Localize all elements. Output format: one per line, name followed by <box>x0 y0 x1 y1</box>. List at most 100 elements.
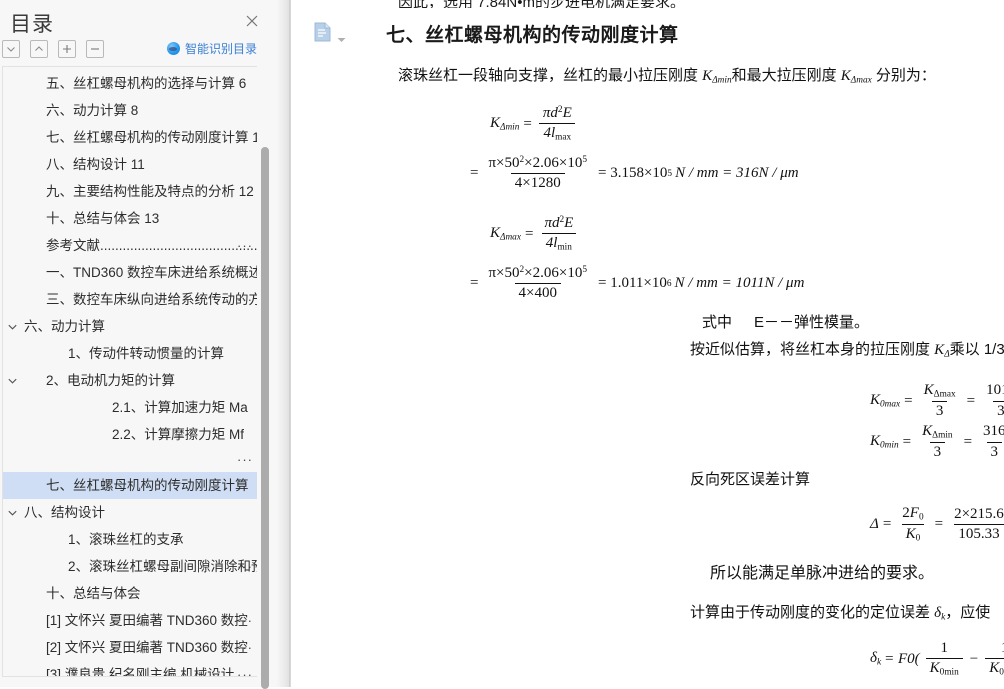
equation-3-7-line2: = π×502×2.06×105 4×1280 = 3.158×10 5 N / m… <box>470 155 799 192</box>
chevron-down-icon[interactable] <box>5 374 19 388</box>
caret-down-icon[interactable] <box>337 30 346 48</box>
toc-item[interactable]: 2、电动机力矩的计算 <box>3 367 257 394</box>
toc-item[interactable]: 2.2、计算摩擦力矩 Mf <box>3 421 257 448</box>
paragraph-backlash: 反向死区误差计算 <box>690 471 811 488</box>
paragraph-intro-part1: 滚珠丝杠一段轴向支撑，丝杠的最小拉压刚度 <box>398 67 703 84</box>
paragraph-positioning-error: 计算由于传动刚度的变化的定位误差 δk，应使 <box>690 601 990 622</box>
toc-item-label: 十、总结与体会 <box>46 586 141 601</box>
paragraph-intro-part2: 和最大拉压刚度 <box>731 67 841 84</box>
toc-item-label: 一、TND360 数控车床进给系统概述 <box>46 265 257 280</box>
paragraph-approx: 按近似估算，将丝杠本身的拉压刚度 KΔ乘以 1/3，作为传动的综合拉压刚度 K0… <box>690 338 1004 359</box>
toc-item-overflow-ellipsis: ··· <box>237 559 253 574</box>
toc-item-overflow-ellipsis: ··· <box>237 292 253 307</box>
toc-scrollbar-thumb[interactable] <box>261 147 269 689</box>
toc-item-overflow-ellipsis: ··· <box>237 238 253 253</box>
paragraph-conclusion: 所以能满足单脉冲进给的要求。 <box>710 565 935 582</box>
toc-item[interactable]: 1、滚珠丝杠的支承 <box>3 526 257 553</box>
toc-item[interactable]: 七、丝杠螺母机构的传动刚度计算 10 <box>3 124 257 151</box>
smart-recognize-label: 智能识别目录 <box>184 42 257 56</box>
toc-item[interactable]: 十、总结与体会 13 <box>3 205 257 232</box>
toc-item-label: 1、滚珠丝杠的支承 <box>68 532 184 547</box>
toc-item[interactable]: [2] 文怀兴 夏田编著 TND360 数控 ··· <box>3 634 257 661</box>
toc-item-label: [1] 文怀兴 夏田编著 TND360 数控 <box>46 613 248 628</box>
cut-off-line-clip: 因此，选用 7.84N•m的步进电机满足要求。 <box>290 0 994 8</box>
paragraph-intro: 滚珠丝杠一段轴向支撑，丝杠的最小拉压刚度 KΔmin和最大拉压刚度 KΔmax … <box>398 64 936 85</box>
toc-item-label: 2、电动机力矩的计算 <box>46 373 176 388</box>
symbol-kdmin: KΔmin <box>702 68 732 86</box>
toc-item[interactable]: 六、动力计算 8 <box>3 97 257 124</box>
paragraph-approx-part1: 按近似估算，将丝杠本身的拉压刚度 <box>690 341 935 358</box>
toc-list-container: 五、丝杠螺母机构的选择与计算 6 六、动力计算 8 七、丝杠螺母机构的传动刚度计算 … <box>2 66 257 677</box>
equation-3-8-line2: = π×502×2.06×105 4×400 = 1.011×10 6 N / mm… <box>470 265 805 302</box>
document-icon[interactable] <box>314 22 331 42</box>
toc-item[interactable]: 八、结构设计 11 <box>3 151 257 178</box>
toc-item[interactable]: 十、总结与体会 <box>3 580 257 607</box>
toc-item[interactable]: 参考文献....................................… <box>3 232 257 259</box>
toc-header: 目录 <box>0 0 290 38</box>
equation-3-8-line1: KΔmax = πd2E 4lmin <box>490 215 580 253</box>
paragraph-where-label: 式中 <box>702 314 733 331</box>
toc-item[interactable]: 2.1、计算加速力矩 Ma <box>3 394 257 421</box>
toc-toolbar: 智能识别目录 <box>0 38 290 66</box>
toc-item-label: 十、总结与体会 13 <box>46 211 160 226</box>
equation-3-9: K0max = KΔmax 3 = 1011 3 = 337N / μm （3－… <box>870 382 1004 420</box>
paragraph-where: 式中 E－－弹性模量。 <box>702 311 869 332</box>
page-title: 目录 <box>10 13 54 36</box>
toc-item[interactable]: ··· <box>3 448 257 472</box>
section-heading: 七、丝杠螺母机构的传动刚度计算 <box>386 25 679 46</box>
equation-4-3: δk = F0( 1 K0min − 1 K0max ) <box>870 640 1004 678</box>
paragraph-positioning-error-part2: ，应使 <box>945 604 991 621</box>
toc-item[interactable]: 五、丝杠螺母机构的选择与计算 6 <box>3 70 257 97</box>
toc-sidebar: 目录 智能识别目录 五、丝杠螺母机构的选择与计算 6 六、动力计算 8 七、丝杠… <box>0 0 290 689</box>
collapse-down-button[interactable] <box>2 40 20 58</box>
symbol-kd: KΔ <box>934 342 950 360</box>
toc-item-label: 1、传动件转动惯量的计算 <box>68 346 225 361</box>
paragraph-positioning-error-part1: 计算由于传动刚度的变化的定位误差 <box>690 604 935 621</box>
document-left-rule <box>290 0 291 687</box>
toc-list[interactable]: 五、丝杠螺母机构的选择与计算 6 六、动力计算 8 七、丝杠螺母机构的传动刚度计算 … <box>3 67 257 676</box>
toc-item-overflow-ellipsis: ··· <box>237 452 253 467</box>
toc-item-label: 三、数控车床纵向进给系统传动的方案 <box>46 292 257 307</box>
expand-all-button[interactable] <box>58 40 76 58</box>
toc-item[interactable]: 2、滚珠丝杠螺母副间隙消除和预 ··· <box>3 553 257 580</box>
toc-item-overflow-ellipsis: ··· <box>237 640 253 655</box>
toc-item[interactable]: 九、主要结构性能及特点的分析 12 <box>3 178 257 205</box>
collapse-up-button[interactable] <box>30 40 48 58</box>
minus-icon <box>90 44 100 54</box>
collapse-all-button[interactable] <box>86 40 104 58</box>
toc-item[interactable]: 八、结构设计 <box>3 499 257 526</box>
toc-item-label: 七、丝杠螺母机构的传动刚度计算 <box>46 478 249 493</box>
toc-item-label: 2、滚珠丝杠螺母副间隙消除和预 <box>68 559 257 574</box>
toc-item-label: 八、结构设计 <box>24 505 105 520</box>
equation-3-7-line1: KΔmin = πd2E 4lmax <box>490 105 579 143</box>
paragraph-approx-part2: 乘以 1/3，作为传动的综合拉压刚度 <box>949 341 1004 358</box>
close-icon[interactable] <box>244 13 260 29</box>
toc-item-label: 八、结构设计 11 <box>46 157 145 172</box>
toc-item-label: 七、丝杠螺母机构的传动刚度计算 10 <box>46 130 257 145</box>
toc-item-label: 六、动力计算 <box>24 319 105 334</box>
toc-item-label: 2.2、计算摩擦力矩 Mf <box>112 427 245 442</box>
toc-item[interactable]: 六、动力计算 <box>3 313 257 340</box>
toc-item[interactable]: 一、TND360 数控车床进给系统概述 <box>3 259 257 286</box>
toc-item[interactable]: [3] 濮良贵 纪名刚主编 机械设计 ··· <box>3 661 257 676</box>
smart-recognize-toc-button[interactable]: 智能识别目录 <box>166 40 257 57</box>
toc-item-overflow-ellipsis: ··· <box>237 613 253 628</box>
toc-item-label: [2] 文怀兴 夏田编著 TND360 数控 <box>46 640 248 655</box>
symbol-kdmax: KΔmax <box>840 68 872 86</box>
paragraph-intro-part3: 分别为： <box>871 67 936 84</box>
equation-4-1: K0min = KΔmin 3 = 316 3 = 105.33N / μm （… <box>870 423 1004 460</box>
toc-item[interactable]: [1] 文怀兴 夏田编著 TND360 数控 ··· <box>3 607 257 634</box>
toc-item-label: [3] 濮良贵 纪名刚主编 机械设计 <box>46 667 235 676</box>
chevron-down-icon[interactable] <box>5 320 19 334</box>
chevron-down-icon <box>6 45 16 53</box>
plus-icon <box>62 44 72 54</box>
toc-item-selected[interactable]: 七、丝杠螺母机构的传动刚度计算 <box>3 472 257 499</box>
toc-scrollbar[interactable] <box>261 72 269 689</box>
toc-item[interactable]: 1、传动件转动惯量的计算 <box>3 340 257 367</box>
toc-item[interactable]: 三、数控车床纵向进给系统传动的方案 ··· <box>3 286 257 313</box>
toc-item-label: 五、丝杠螺母机构的选择与计算 6 <box>46 76 247 91</box>
ai-robot-icon <box>166 42 180 55</box>
chevron-down-icon[interactable] <box>5 506 19 520</box>
toc-item-label: 六、动力计算 8 <box>46 103 139 118</box>
document-pane[interactable]: 因此，选用 7.84N•m的步进电机满足要求。 七、丝杠螺母机构的传动刚度计算 … <box>290 0 1004 687</box>
